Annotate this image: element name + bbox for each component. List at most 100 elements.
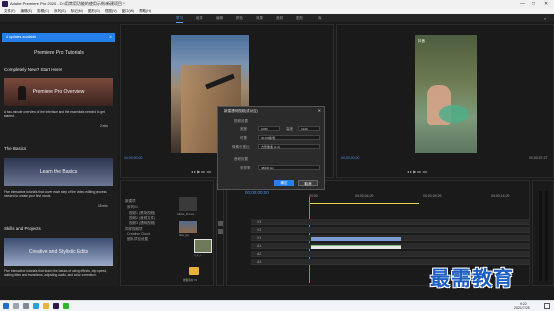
project-item[interactable]: 视频3 (透明视频) bbox=[129, 221, 155, 226]
tutorial-card-basics[interactable]: Learn the Basics bbox=[4, 158, 113, 186]
tutorial-title: Premiere Pro Overview bbox=[32, 89, 85, 95]
close-icon[interactable]: ✕ bbox=[318, 108, 321, 113]
selection-tool-icon[interactable] bbox=[218, 221, 223, 226]
video-settings-heading: 视频设置 bbox=[234, 119, 248, 123]
tools-panel bbox=[216, 180, 224, 286]
tutorial-description: Five interactive tutorials that cover ea… bbox=[4, 190, 107, 198]
taskbar: 9:22 2021/7/28 bbox=[0, 300, 554, 311]
tutorial-title: Creative and Stylistic Edits bbox=[28, 249, 89, 255]
video-clip[interactable] bbox=[311, 237, 401, 241]
track-label: A2 bbox=[257, 252, 262, 256]
project-item[interactable]: 团队项目设置 bbox=[127, 237, 148, 242]
project-item[interactable]: Creative Cloud bbox=[127, 232, 150, 236]
dialog-title: 新建透明视频(或对应) bbox=[224, 109, 258, 113]
meter-bar bbox=[545, 191, 548, 281]
width-field[interactable]: 1080 bbox=[258, 126, 280, 131]
audio-clip[interactable] bbox=[311, 245, 401, 249]
menu-sequence[interactable]: 序列(S) bbox=[54, 9, 66, 13]
workspace-effects[interactable]: 效果 bbox=[256, 14, 263, 22]
media-label: 图像素材 03 bbox=[183, 279, 197, 282]
maximize-icon[interactable]: □ bbox=[532, 0, 535, 8]
clock-date[interactable]: 2021/7/28 bbox=[514, 306, 530, 310]
workspace-editing[interactable]: 编辑 bbox=[216, 14, 223, 22]
close-icon[interactable]: ✕ bbox=[109, 33, 112, 42]
pixel-aspect-select[interactable]: 方形像素 (1.0) bbox=[258, 144, 320, 149]
tutorial-duration: 15 min bbox=[98, 204, 108, 208]
timeline-timecode: 00;00;00;00 bbox=[245, 190, 269, 195]
window-title: Adobe Premiere Pro 2020 - D:\用常用功能的使用示例\… bbox=[10, 1, 125, 6]
audio-settings-heading: 音频设置 bbox=[234, 157, 248, 161]
meter-bar bbox=[539, 191, 542, 281]
source-controls: ◂ ▸ ▶ ▸▸ ◂◂ bbox=[191, 169, 211, 174]
task-view-icon[interactable] bbox=[23, 303, 29, 309]
ok-button[interactable]: 确定 bbox=[274, 180, 294, 186]
ruler-label: 00;00;09;29 bbox=[423, 194, 442, 198]
razor-tool-icon[interactable] bbox=[218, 229, 223, 234]
menu-view[interactable]: 视图(V) bbox=[105, 9, 117, 13]
workspace-bar: 学习 组件 编辑 颜色 效果 音频 图形 库 ⌕ bbox=[0, 14, 554, 23]
new-transparent-video-dialog: 新建透明视频(或对应) ✕ 视频设置 宽度 1080 高度 1920 时基 30… bbox=[217, 106, 325, 190]
section-heading: Skills and Projects bbox=[4, 226, 41, 231]
width-label: 宽度 bbox=[240, 127, 247, 131]
tutorial-card-creative[interactable]: Creative and Stylistic Edits bbox=[4, 238, 113, 266]
menu-marker[interactable]: 标记(M) bbox=[71, 9, 83, 13]
media-thumbnail[interactable] bbox=[179, 197, 197, 211]
cancel-button[interactable]: 取消 bbox=[298, 180, 318, 186]
workspace-learn[interactable]: 学习 bbox=[176, 14, 183, 23]
tutorial-card-overview[interactable]: Premiere Pro Overview bbox=[4, 78, 113, 106]
dress-shape bbox=[439, 105, 469, 123]
sample-rate-select[interactable]: 48000 Hz bbox=[258, 165, 320, 170]
menu-file[interactable]: 文件(F) bbox=[4, 9, 15, 13]
workspace-assembly[interactable]: 组件 bbox=[196, 14, 203, 22]
media-thumbnail[interactable] bbox=[194, 239, 212, 253]
close-icon[interactable]: ✕ bbox=[544, 0, 548, 8]
timebase-label: 时基 bbox=[240, 136, 247, 140]
tutorial-title: Learn the Basics bbox=[39, 169, 78, 175]
watermark: 最需教育 bbox=[430, 268, 514, 290]
minimize-icon[interactable]: — bbox=[520, 0, 525, 8]
media-label: hfas_jpg bbox=[179, 234, 189, 237]
search-icon[interactable] bbox=[13, 303, 19, 309]
media-thumbnail[interactable] bbox=[179, 221, 197, 233]
workspace-color[interactable]: 颜色 bbox=[236, 14, 243, 22]
media-label: h_a_r... bbox=[194, 254, 203, 257]
ruler-label: 00;00;14;29 bbox=[491, 194, 510, 198]
folder-icon[interactable] bbox=[189, 267, 199, 275]
workspace-libraries[interactable]: 库 bbox=[318, 14, 322, 22]
program-duration: 00;00;07;27 bbox=[529, 156, 548, 160]
tutorial-duration: 2 min bbox=[100, 124, 108, 128]
premiere-icon[interactable] bbox=[53, 303, 59, 309]
workspace-audio[interactable]: 音频 bbox=[276, 14, 283, 22]
program-video-frame: 抖音 bbox=[415, 35, 477, 153]
program-monitor: 抖音 00;00;00;00 00;00;07;27 ◂ ▸ ▶ ▸▸ ◂◂ bbox=[336, 24, 554, 178]
project-item[interactable]: 序列01 bbox=[127, 205, 138, 210]
media-label: Adobe_Premie... bbox=[177, 213, 197, 216]
menu-clip[interactable]: 剪辑(C) bbox=[37, 9, 49, 13]
height-field[interactable]: 1920 bbox=[298, 126, 320, 131]
notification-icon[interactable] bbox=[544, 303, 550, 309]
menu-edit[interactable]: 编辑(E) bbox=[20, 9, 32, 13]
explorer-icon[interactable] bbox=[43, 303, 49, 309]
windows-start-icon[interactable] bbox=[3, 303, 9, 309]
menu-help[interactable]: 帮助(H) bbox=[139, 9, 151, 13]
edge-icon[interactable] bbox=[33, 303, 39, 309]
section-heading: Completely New? Start Here! bbox=[4, 67, 63, 72]
track-v2: V2 bbox=[251, 227, 529, 233]
project-item[interactable]: 新建项 bbox=[125, 199, 136, 204]
work-area-bar[interactable] bbox=[309, 203, 419, 204]
track-label: V2 bbox=[257, 228, 262, 232]
updates-text: 4 updates available bbox=[6, 35, 37, 39]
program-overlay: 抖音 bbox=[418, 39, 425, 43]
menu-graphics[interactable]: 图形(G) bbox=[88, 9, 100, 13]
updates-banner[interactable]: 4 updates available ✕ bbox=[2, 33, 115, 42]
timebase-select[interactable]: 30.00帧/秒 bbox=[258, 135, 320, 140]
menu-window[interactable]: 窗口(W) bbox=[122, 9, 135, 13]
search-icon[interactable]: ⌕ bbox=[544, 15, 546, 23]
workspace-graphics[interactable]: 图形 bbox=[296, 14, 303, 22]
track-label: V1 bbox=[257, 236, 262, 240]
wechat-icon[interactable] bbox=[63, 303, 69, 309]
section-heading: The Basics bbox=[4, 146, 27, 151]
ruler-label: 00;00 bbox=[309, 194, 318, 198]
source-timecode: 00;00;00;00 bbox=[124, 156, 143, 160]
learn-heading: Premiere Pro Tutorials bbox=[34, 50, 84, 56]
